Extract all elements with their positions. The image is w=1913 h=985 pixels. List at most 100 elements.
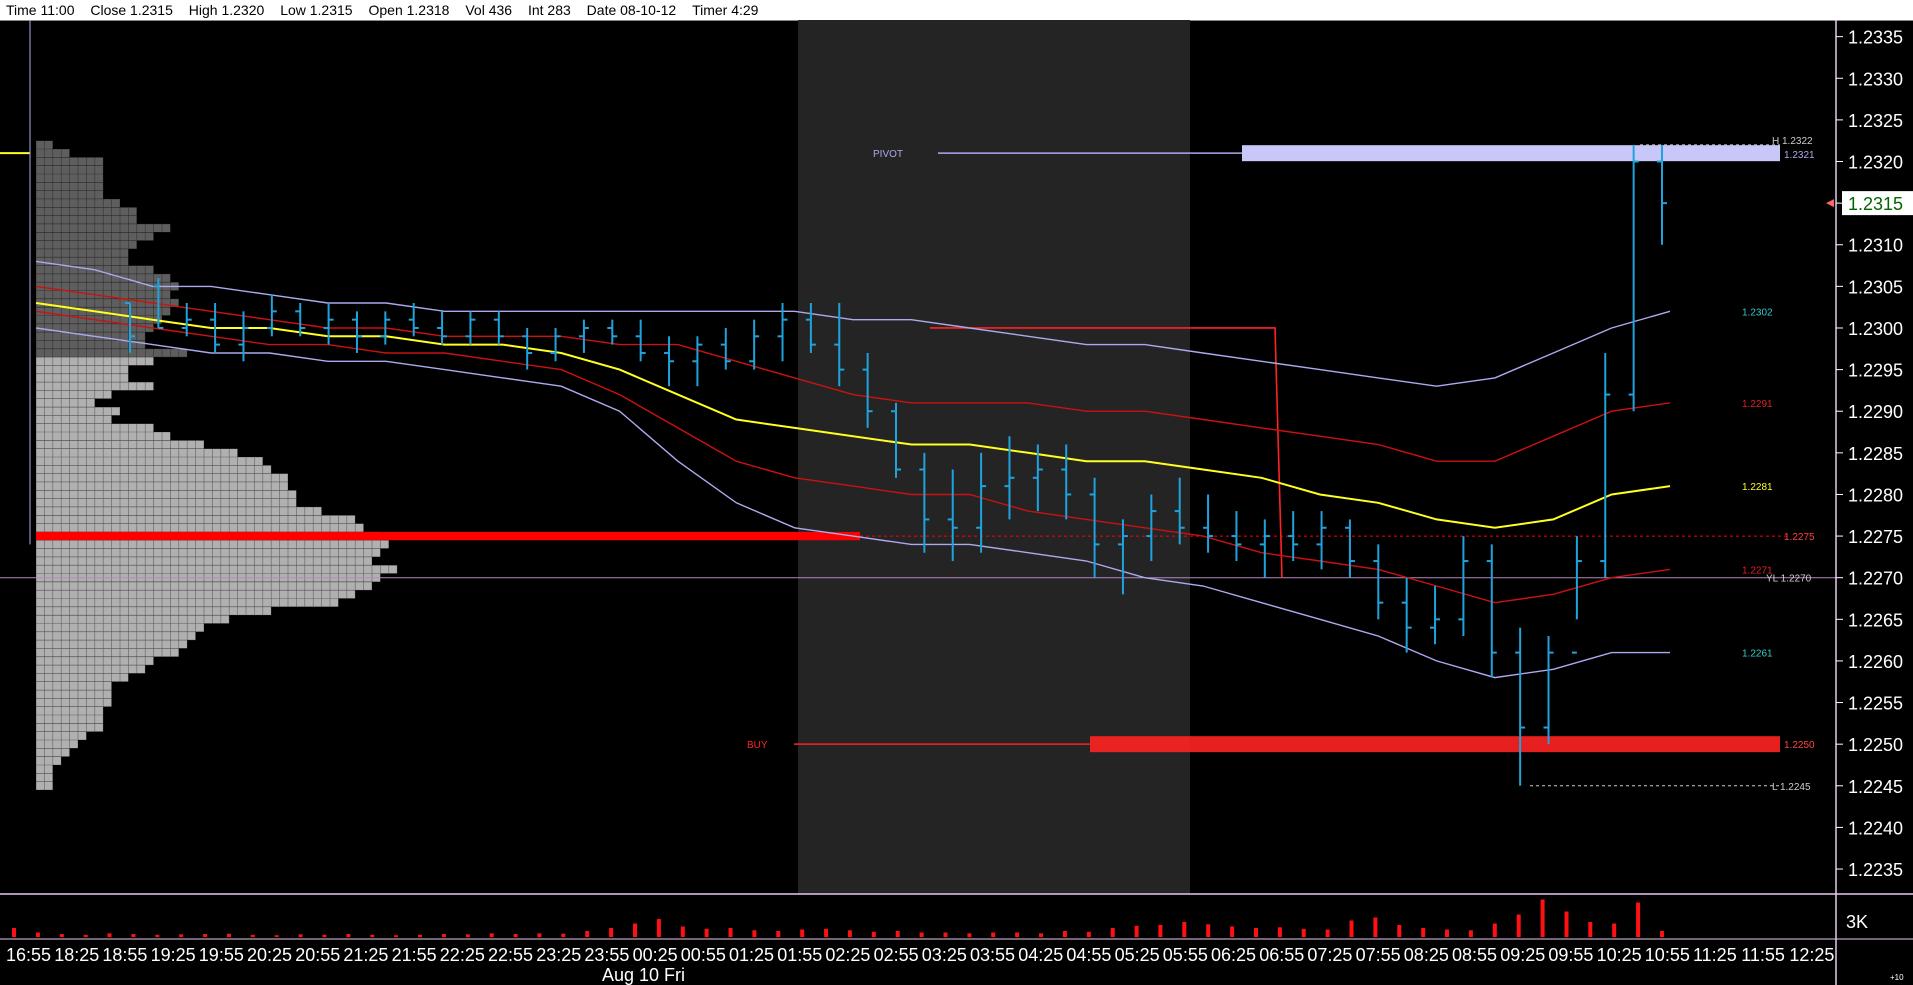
x-tick-label: 01:55 [777, 945, 822, 965]
y-tick-label: 1.2310 [1848, 236, 1903, 256]
band-value-label: 1.2261 [1742, 649, 1773, 660]
price-bar [578, 319, 589, 353]
price-axis[interactable]: 1.2335 1.2330 1.2325 1.2320 1.2315 1.2310 1.23… [1826, 28, 1913, 880]
price-bar [635, 319, 646, 362]
volume-bar [250, 934, 255, 938]
volume-bar [107, 933, 112, 938]
x-tick-label: 22:55 [488, 945, 533, 965]
volume-bar [1110, 928, 1115, 937]
x-tick-label: 07:25 [1307, 945, 1352, 965]
y-tick-label: 1.2235 [1848, 860, 1903, 880]
x-tick-label: 21:25 [343, 945, 388, 965]
profile-row [36, 415, 112, 424]
trading-chart[interactable]: PIVOTBUY 1.23351.23301.23251.23201.23151… [0, 0, 1913, 985]
date-label: Aug 10 Fri [602, 965, 685, 985]
volume-bar [203, 934, 208, 937]
volume-bar [1373, 917, 1378, 937]
profile-row [36, 681, 112, 690]
x-tick-label: 23:55 [584, 945, 629, 965]
x-tick-label: 11:25 [1693, 945, 1737, 965]
yl-value-label: YL 1.2270 [1766, 574, 1812, 585]
profile-row [36, 698, 112, 707]
volume-bar [1588, 922, 1593, 937]
y-tick-label: 1.2290 [1848, 402, 1903, 422]
volume-bar [298, 934, 303, 937]
profile-row [36, 365, 129, 374]
y-tick-label: 1.2285 [1848, 444, 1903, 464]
volume-bar [322, 934, 327, 938]
volume-bar [418, 934, 422, 938]
x-tick-label: 18:25 [54, 945, 99, 965]
x-tick-label: 02:55 [874, 945, 919, 965]
volume-bar [59, 934, 64, 937]
profile-row [36, 648, 179, 657]
band-value-label: 1.2302 [1742, 307, 1773, 318]
volume-histogram [12, 899, 1664, 938]
price-bar [1430, 586, 1441, 645]
volume-bar [346, 934, 351, 937]
buy-label: BUY [747, 740, 768, 751]
volume-bar [1230, 926, 1235, 937]
price-bar [1515, 627, 1526, 786]
y-tick-label: 1.2260 [1848, 652, 1903, 672]
current-price-label: 1.2315 [1848, 194, 1903, 214]
profile-row [36, 248, 129, 258]
x-tick-label: 06:25 [1211, 945, 1256, 965]
volume-bar [1564, 911, 1569, 937]
volume-bar [1206, 924, 1211, 937]
volume-bar [179, 934, 184, 937]
buy-zone [1090, 736, 1780, 753]
x-tick-label: 00:25 [633, 945, 678, 965]
volume-bar [919, 932, 924, 937]
profile-row [36, 398, 95, 407]
price-bar [1571, 536, 1582, 654]
x-tick-label: 11:55 [1741, 945, 1785, 965]
volume-bar [1039, 933, 1043, 938]
time-axis[interactable]: 16:55 18:25 18:55 19:25 19:55 20:25 20:55 21:25… [6, 912, 1904, 985]
profile-row [36, 490, 297, 499]
y-tick-label: 1.2325 [1848, 111, 1903, 131]
price-bar [1203, 494, 1214, 553]
x-tick-label: 08:25 [1404, 945, 1449, 965]
profile-row [36, 673, 129, 682]
volume-bar [441, 934, 446, 937]
volume-bar [1158, 925, 1163, 937]
profile-row [36, 548, 381, 557]
volume-bar [943, 932, 948, 937]
band-value-label: 1.2281 [1742, 482, 1773, 493]
volume-bar [35, 932, 40, 937]
x-tick-label: 12:25 [1789, 945, 1834, 965]
y-tick-label: 1.2245 [1848, 777, 1903, 797]
y-tick-label: 1.2280 [1848, 485, 1903, 505]
x-tick-label: 06:55 [1259, 945, 1304, 965]
volume-bar [1492, 923, 1497, 937]
high-value-label: H 1.2322 [1772, 136, 1813, 147]
y-tick-label: 1.2330 [1848, 69, 1903, 89]
x-tick-label: 04:25 [1018, 945, 1063, 965]
volume-axis-label: 3K [1846, 912, 1868, 932]
x-tick-label: 03:55 [970, 945, 1015, 965]
volume-bar [1134, 925, 1139, 938]
volume-bar [394, 935, 399, 937]
y-tick-label: 1.2255 [1848, 694, 1903, 714]
volume-bar [1397, 925, 1402, 937]
price-bar [1628, 144, 1639, 412]
band-value-label: 1.2291 [1742, 399, 1773, 410]
volume-bar [1182, 922, 1187, 937]
volume-bar [991, 932, 996, 937]
x-tick-label: 07:55 [1356, 945, 1401, 965]
x-tick-label: 23:25 [536, 945, 581, 965]
volume-profile [35, 132, 860, 795]
y-tick-label: 1.2275 [1848, 527, 1903, 547]
price-bar [437, 311, 448, 345]
buy-value-label: 1.2250 [1784, 740, 1815, 751]
price-bar [1458, 536, 1469, 636]
profile-row [36, 740, 78, 749]
y-tick-label: 1.2300 [1848, 319, 1903, 339]
price-bar [749, 319, 760, 370]
profile-row [36, 390, 112, 399]
price-bar [720, 327, 731, 370]
x-tick-label: 22:25 [440, 945, 485, 965]
volume-bar [895, 931, 900, 937]
volume-bar [1325, 929, 1330, 937]
